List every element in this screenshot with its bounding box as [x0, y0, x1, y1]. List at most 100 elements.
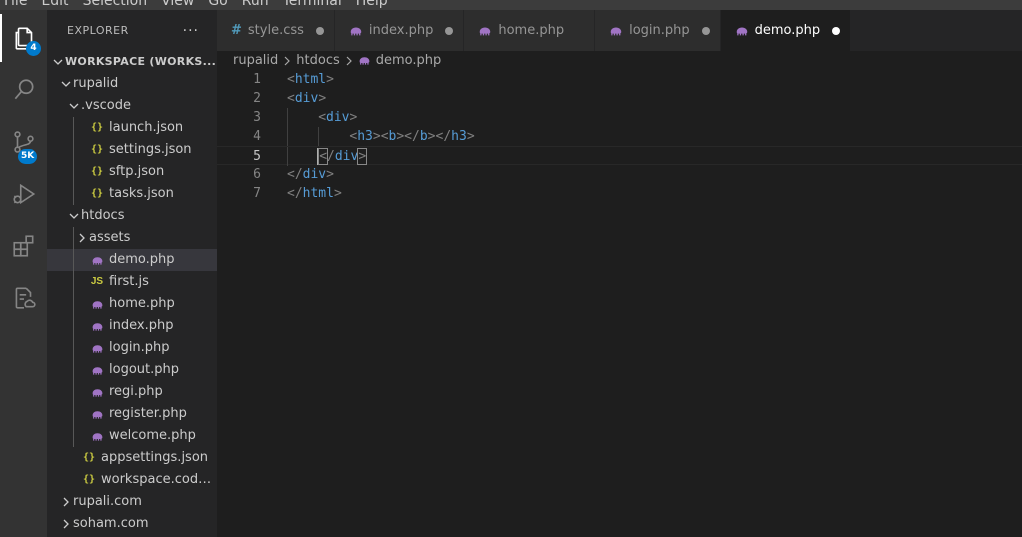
menu-item[interactable]: Help [356, 0, 396, 10]
chevron-right-icon [59, 519, 73, 529]
code-text: </div> [287, 165, 334, 184]
indent-guide [73, 183, 74, 205]
code-text: </div> [317, 147, 368, 166]
menu-item[interactable]: Go [208, 0, 235, 10]
tree-item[interactable]: assets [47, 227, 217, 249]
tab-label: style.css [247, 23, 304, 38]
chevron-down-icon [59, 79, 73, 89]
run-debug-icon [12, 183, 35, 205]
explorer-header: EXPLORER ··· [47, 10, 217, 51]
tree-item-label: register.php [109, 406, 187, 421]
matching-bracket: > [357, 148, 368, 165]
tree-item-label: appsettings.json [101, 450, 209, 465]
workspace-section-header[interactable]: WORKSPACE (WORKS... [47, 51, 217, 73]
tree-item[interactable]: JS first.js [47, 271, 217, 293]
code-line: 3 <div> [217, 108, 1022, 127]
line-number: 3 [253, 110, 261, 125]
tree-item[interactable]: register.php [47, 403, 217, 425]
tree-item[interactable]: index.php [47, 315, 217, 337]
tree-item[interactable]: rupali.com [47, 491, 217, 513]
tree-item[interactable]: {} sftp.json [47, 161, 217, 183]
menu-item[interactable]: Run [242, 0, 277, 10]
tree-item[interactable]: {} appsettings.json [47, 447, 217, 469]
tree-item[interactable]: demo.php [47, 249, 217, 271]
line-number: 6 [253, 167, 261, 182]
php-file-icon [478, 24, 492, 38]
tree-item[interactable]: welcome.php [47, 425, 217, 447]
menu-item[interactable]: View [161, 0, 202, 10]
tree-item[interactable]: .vscode [47, 95, 217, 117]
breadcrumb-item[interactable]: demo.php [376, 53, 442, 68]
indent-guide [318, 127, 320, 146]
tree-item-label: .vscode [81, 98, 131, 113]
extensions-activity-button[interactable] [0, 222, 47, 270]
modified-dot-icon[interactable] [832, 26, 841, 35]
tab-style-css[interactable]: # style.css [217, 10, 335, 51]
json-file-icon: {} [82, 452, 96, 463]
extensions-icon [12, 235, 33, 257]
indent-guide [73, 227, 74, 249]
modified-dot-icon[interactable] [445, 26, 454, 35]
tree-item-label: assets [89, 230, 131, 245]
code-text: <h3><b></b></h3> [349, 127, 474, 146]
menu-item[interactable]: Terminal [283, 0, 350, 10]
breadcrumb-item[interactable]: htdocs [296, 53, 339, 68]
tag-name: div [294, 91, 319, 106]
tree-item-label: launch.json [109, 120, 184, 135]
chevron-right-icon [283, 56, 291, 66]
tab-index-php[interactable]: index.php [334, 10, 465, 51]
modified-dot-icon[interactable] [315, 26, 324, 35]
tag-name: html [302, 186, 334, 201]
tree-item-label: first.js [109, 274, 149, 289]
menu-item[interactable]: File [4, 0, 35, 10]
tree-item[interactable]: regi.php [47, 381, 217, 403]
tree-item[interactable]: login.php [47, 337, 217, 359]
tag-punctuation: > [326, 167, 334, 182]
tree-item-label: settings.json [109, 142, 192, 157]
tab-demo-php[interactable]: demo.php [720, 10, 852, 51]
search-activity-button[interactable] [0, 66, 47, 114]
breadcrumb-item[interactable]: rupalid [233, 53, 278, 68]
tag-punctuation: > [318, 91, 327, 106]
tag-punctuation: < [287, 91, 295, 106]
chevron-down-icon [67, 101, 81, 111]
tag-name: h3 [451, 129, 467, 144]
tree-item[interactable]: rupalid [47, 73, 217, 95]
remote-explorer-activity-button[interactable] [0, 274, 47, 322]
menu-item[interactable]: Edit [41, 0, 76, 10]
tag-name: html [294, 72, 327, 87]
explorer-activity-button[interactable]: 4 [0, 14, 47, 62]
tree-item[interactable]: {} workspace.code-... [47, 469, 217, 491]
tree-item[interactable]: {} settings.json [47, 139, 217, 161]
matching-bracket: < [318, 148, 328, 165]
indent-guide [287, 108, 288, 127]
indent-guide [73, 139, 74, 161]
indent-guide [73, 315, 74, 337]
line-number: 5 [253, 149, 261, 164]
tree-item[interactable]: htdocs [47, 205, 217, 227]
line-number: 1 [253, 72, 261, 87]
code-editor[interactable]: 1 <html> 2 <div> 3 <div> 4 <h3><b></b></h3> 5 </d… [217, 70, 1022, 537]
php-file-icon [89, 320, 105, 333]
menu-item[interactable]: Selection [83, 0, 156, 10]
indent-guide [73, 403, 74, 425]
tag-punctuation: >< [372, 129, 389, 144]
tree-item[interactable]: home.php [47, 293, 217, 315]
more-actions-icon[interactable]: ··· [183, 23, 199, 39]
tree-item[interactable]: logout.php [47, 359, 217, 381]
tree-item[interactable]: soham.com [47, 513, 217, 535]
source-control-activity-button[interactable]: 5K [0, 118, 47, 166]
tab-login-php[interactable]: login.php [595, 10, 721, 51]
tree-item-label: rupalid [73, 76, 119, 91]
tag-punctuation: ></ [396, 129, 420, 144]
tree-item-label: tasks.json [109, 186, 174, 201]
tab-label: login.php [629, 23, 690, 38]
tree-item[interactable]: {} launch.json [47, 117, 217, 139]
modified-dot-icon[interactable] [701, 26, 710, 35]
tree-item[interactable]: {} tasks.json [47, 183, 217, 205]
tag-punctuation: < [287, 72, 295, 87]
php-file-icon [89, 254, 105, 267]
run-debug-activity-button[interactable] [0, 170, 47, 218]
php-file-icon [89, 342, 105, 355]
tab-home-php[interactable]: home.php [464, 10, 596, 51]
